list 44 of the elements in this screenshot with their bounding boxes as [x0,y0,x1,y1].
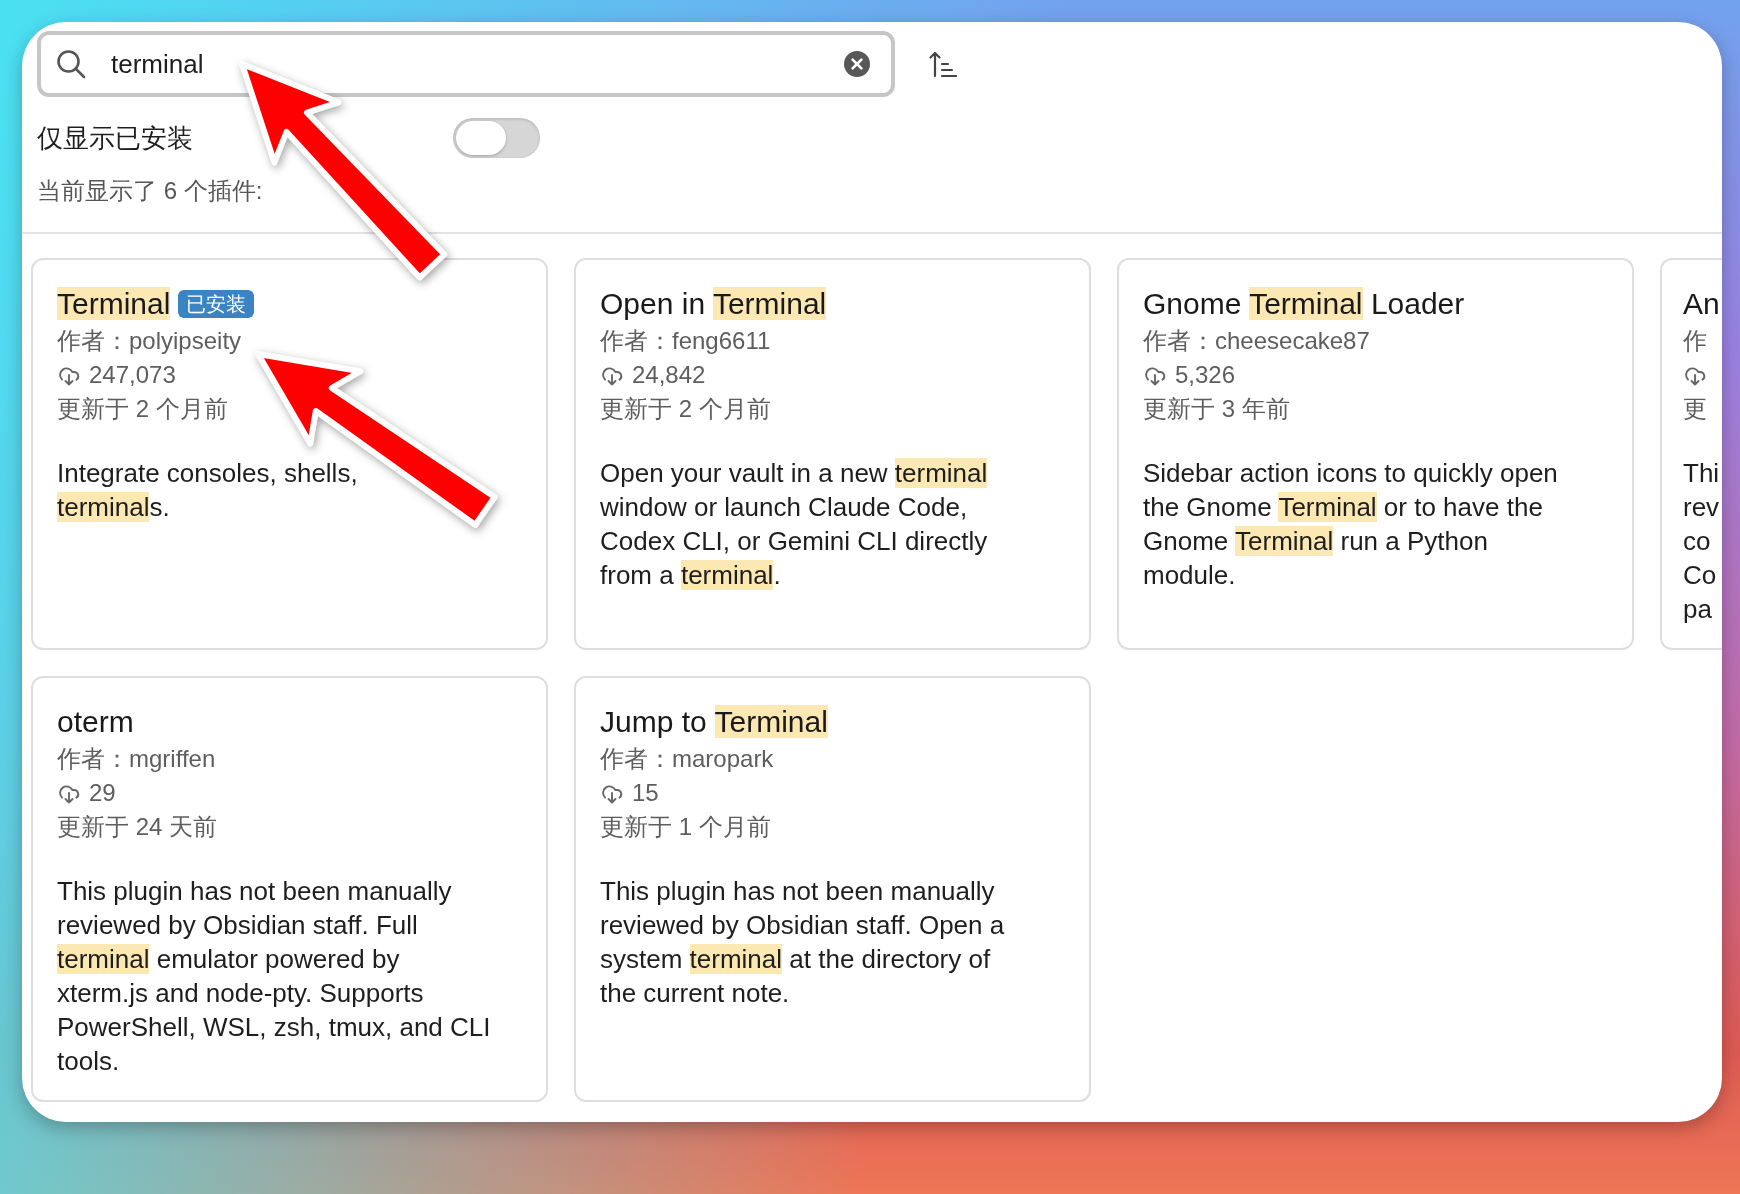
update-time: 更新于 2 个月前 [57,394,228,424]
plugin-card[interactable]: Gnome Terminal Loader 作者：cheesecake87 5,326 更新于 3 年前 Sidebar action icons to quickly open the Gnome Terminal or to have the Gnome Terminal run a Python module. [1117,258,1634,650]
plugin-title: Gnome Terminal Loader [1143,286,1465,322]
download-count: 29 [89,778,116,808]
plugin-author: 作者：cheesecake87 [1143,326,1370,356]
update-time: 更新于 2 个月前 [600,394,771,424]
plugin-description: Open your vault in a new terminal window or launch Claude Code, Codex CLI, or Gemini CLI directly from a terminal. [600,457,988,592]
update-time: 更新于 1 个月前 [600,812,771,842]
download-count: 15 [632,778,659,808]
sort-icon [929,50,957,78]
plugin-title: Jump to Terminal [600,704,828,740]
plugin-description: Integrate consoles, shells, terminals. [57,457,358,524]
plugin-description: Thi rev co Co pa [1683,457,1720,626]
installed-badge: 已安装 [178,290,255,318]
search-icon [56,49,86,79]
download-count: 24,842 [632,360,706,390]
toggle-switch[interactable] [453,118,540,158]
plugin-description: This plugin has not been manually reviewed by Obsidian staff. Open a system terminal at the directory of the current note. [600,875,1005,1010]
clear-icon [844,51,870,77]
plugin-description: Sidebar action icons to quickly open the Gnome Terminal or to have the Gnome Terminal run a Python module. [1143,457,1558,592]
plugin-author: 作者：maropark [600,744,774,774]
plugin-card[interactable]: Jump to Terminal 作者：maropark 15 更新于 1 个月前 This plugin has not been manually reviewed by Obsidian staff. Open a system terminal at the directory of the current note. [574,676,1091,1102]
plugin-author: 作者：mgriffen [57,744,216,774]
plugin-title: Terminal [57,286,171,322]
download-count: 5,326 [1175,360,1236,390]
setting-label: 仅显示已安装 [37,121,194,155]
clear-button[interactable] [844,51,870,77]
sort-button[interactable] [929,50,957,78]
plugin-author: 作者：feng6611 [600,326,771,356]
search-field[interactable]: terminal [37,31,895,97]
result-count: 当前显示了 6 个插件: [37,176,263,206]
plugin-card[interactable]: An 作 更 Thi rev co Co pa [1660,258,1722,650]
plugin-card[interactable]: Open in Terminal 作者：feng6611 24,842 更新于 2 个月前 Open your vault in a new terminal window or launch Claude Code, Codex CLI, or Gemini CLI directly from a terminal. [574,258,1091,650]
plugin-title: oterm [57,704,134,740]
plugin-author: 作 [1683,326,1707,356]
update-time: 更新于 24 天前 [57,812,218,842]
update-time: 更新于 3 年前 [1143,394,1290,424]
plugin-card[interactable] [31,676,548,1102]
download-count: 247,073 [89,360,176,390]
plugin-title: An [1683,286,1720,322]
plugin-description: This plugin has not been manually reviewed by Obsidian staff. Full terminal emulator powered by xterm.js and node-pty. Supports PowerShell, WSL, zsh, tmux, and CLI tools. [57,875,491,1078]
update-time: 更 [1683,394,1707,424]
plugin-author: 作者：polyipseity [57,326,242,356]
plugin-title: Open in Terminal [600,286,827,322]
